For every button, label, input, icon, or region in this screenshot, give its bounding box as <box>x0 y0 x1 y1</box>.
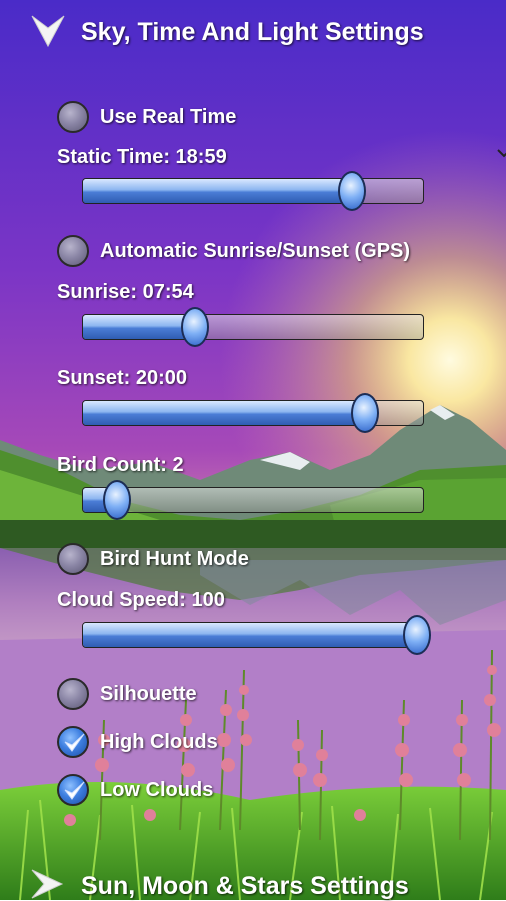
low-clouds-label: Low Clouds <box>100 779 214 801</box>
low-clouds-toggle[interactable] <box>57 774 89 806</box>
cloud-speed-slider[interactable] <box>82 615 431 655</box>
sunrise-label: Sunrise: 07:54 <box>57 281 194 303</box>
automatic-sunrise-label: Automatic Sunrise/Sunset (GPS) <box>100 240 411 262</box>
high-clouds-label: High Clouds <box>100 731 218 753</box>
slider-thumb[interactable] <box>103 480 131 520</box>
sunset-label: Sunset: 20:00 <box>57 367 188 389</box>
section-title-sky-time-light[interactable]: Sky, Time And Light Settings <box>81 18 424 47</box>
sunset-slider[interactable] <box>82 393 424 433</box>
section-title-sun-moon-stars[interactable]: Sun, Moon & Stars Settings <box>81 872 409 901</box>
static-time-label: Static Time: 18:59 <box>57 146 227 168</box>
slider-fill <box>83 179 352 203</box>
slider-fill <box>83 315 196 339</box>
check-icon <box>64 781 85 800</box>
check-icon <box>64 733 85 752</box>
silhouette-toggle[interactable] <box>57 678 89 710</box>
slider-thumb[interactable] <box>403 615 431 655</box>
bird-count-label: Bird Count: 2 <box>57 454 184 476</box>
chevron-right-icon[interactable] <box>30 868 64 900</box>
scenery-background <box>0 0 506 900</box>
high-clouds-toggle[interactable] <box>57 726 89 758</box>
automatic-sunrise-toggle[interactable] <box>57 235 89 267</box>
slider-thumb[interactable] <box>337 171 366 211</box>
bird-hunt-mode-toggle[interactable] <box>57 543 89 575</box>
sunrise-slider[interactable] <box>82 307 424 347</box>
bird-count-slider[interactable] <box>82 480 424 520</box>
cloud-speed-label: Cloud Speed: 100 <box>57 589 225 611</box>
use-real-time-toggle[interactable] <box>57 101 89 133</box>
static-time-slider[interactable] <box>82 171 424 211</box>
bird-hunt-mode-label: Bird Hunt Mode <box>100 548 249 570</box>
slider-thumb[interactable] <box>181 307 210 347</box>
use-real-time-label: Use Real Time <box>100 106 237 128</box>
chevron-down-icon[interactable] <box>30 14 66 48</box>
slider-fill <box>83 623 417 647</box>
slider-thumb[interactable] <box>351 393 380 433</box>
slider-fill <box>83 401 366 425</box>
silhouette-label: Silhouette <box>100 683 197 705</box>
